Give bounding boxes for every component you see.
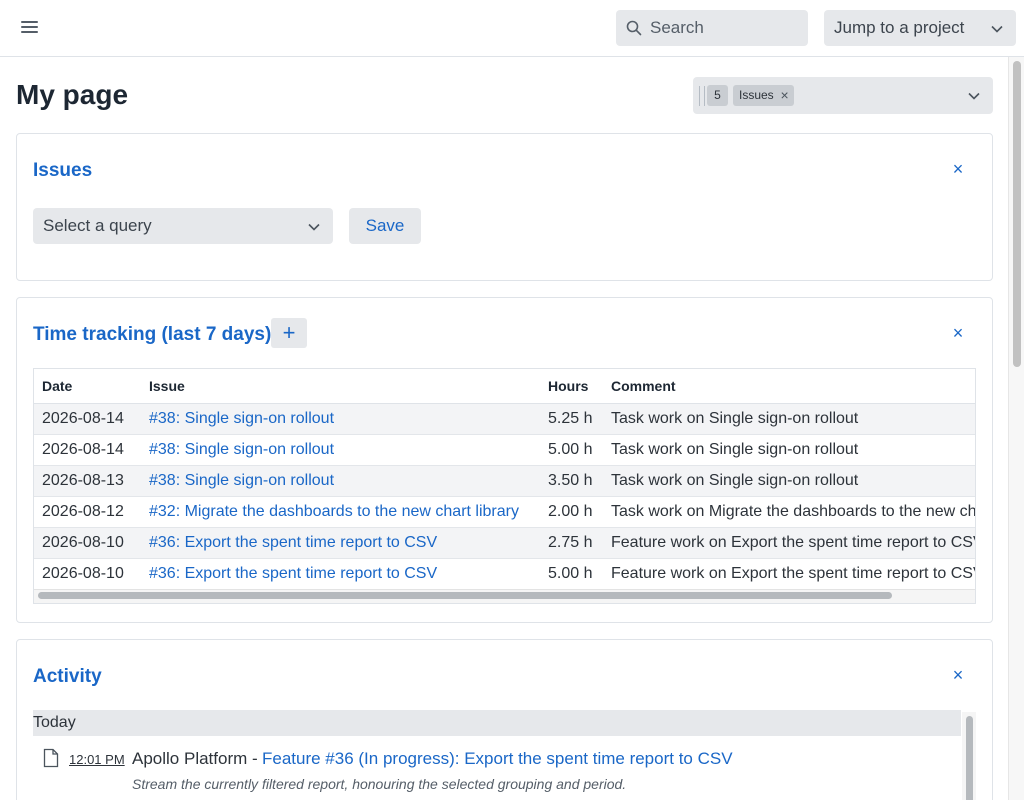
cell-issue: #32: Migrate the dashboards to the new c… [141, 496, 540, 528]
close-icon[interactable]: × [948, 323, 968, 343]
activity-time: 12:01 PM [69, 752, 125, 767]
search-input[interactable] [650, 10, 800, 46]
activity-entry: 12:01 PM Apollo Platform - Feature #36 (… [33, 746, 953, 800]
add-block-select[interactable]: 5 Issues × [693, 77, 993, 114]
page-vertical-scrollbar[interactable] [1008, 57, 1024, 800]
jump-to-project-select[interactable]: Jump to a project [824, 10, 1016, 46]
close-icon[interactable]: × [948, 159, 968, 179]
cell-comment: Feature work on Export the spent time re… [603, 558, 975, 590]
activity-project: Apollo Platform - [132, 749, 258, 768]
issue-link[interactable]: #38: Single sign-on rollout [149, 441, 334, 458]
cell-issue: #38: Single sign-on rollout [141, 465, 540, 497]
time-table-container: Date Issue Hours Comment 2026-08-14 #38:… [33, 368, 976, 604]
search-icon [626, 20, 642, 36]
cell-comment: Feature work on Export the spent time re… [603, 527, 975, 559]
top-bar: Jump to a project [0, 0, 1024, 57]
activity-block: Activity × Today 12:01 PM Apollo Platfor… [16, 639, 993, 800]
cell-comment: Task work on Single sign-on rollout [603, 465, 975, 497]
cell-comment: Task work on Single sign-on rollout [603, 403, 975, 435]
chevron-down-icon[interactable] [967, 89, 981, 103]
chevron-down-icon [308, 223, 320, 231]
time-tracking-block: Time tracking (last 7 days) + × Date Iss… [16, 297, 993, 623]
cell-comment: Task work on Migrate the dashboards to t… [603, 496, 975, 528]
cell-hours: 2.00 h [540, 496, 603, 528]
table-row: 2026-08-14 #38: Single sign-on rollout 5… [34, 434, 975, 466]
cell-date: 2026-08-10 [34, 527, 141, 559]
issue-link[interactable]: #32: Migrate the dashboards to the new c… [149, 503, 519, 520]
cell-hours: 3.50 h [540, 465, 603, 497]
cell-date: 2026-08-13 [34, 465, 141, 497]
issue-link[interactable]: #36: Export the spent time report to CSV [149, 534, 437, 551]
main-content: My page 5 Issues × Issues × Select a que… [0, 57, 1008, 800]
horizontal-scrollbar[interactable] [34, 589, 975, 603]
cell-date: 2026-08-14 [34, 434, 141, 466]
column-header-issue[interactable]: Issue [141, 369, 540, 404]
cell-issue: #38: Single sign-on rollout [141, 403, 540, 435]
cell-date: 2026-08-14 [34, 403, 141, 435]
issues-block: Issues × Select a query Save [16, 133, 993, 281]
cell-issue: #38: Single sign-on rollout [141, 434, 540, 466]
issue-link[interactable]: #38: Single sign-on rollout [149, 472, 334, 489]
activity-scrollbar-thumb[interactable] [966, 716, 973, 800]
issues-block-title[interactable]: Issues [33, 160, 92, 182]
jump-to-project-label: Jump to a project [834, 18, 965, 37]
block-tag-issues: Issues × [733, 85, 794, 106]
chevron-down-icon [991, 25, 1003, 33]
cell-hours: 2.75 h [540, 527, 603, 559]
table-row: 2026-08-14 #38: Single sign-on rollout 5… [34, 403, 975, 435]
horizontal-scrollbar-thumb[interactable] [38, 592, 892, 599]
table-header-row: Date Issue Hours Comment [34, 369, 975, 404]
add-time-entry-button[interactable]: + [271, 318, 307, 348]
activity-vertical-scrollbar[interactable] [962, 712, 976, 800]
column-header-date[interactable]: Date [34, 369, 141, 404]
cell-hours: 5.25 h [540, 403, 603, 435]
time-entries-table: Date Issue Hours Comment 2026-08-14 #38:… [34, 369, 975, 590]
cell-hours: 5.00 h [540, 558, 603, 590]
column-header-hours[interactable]: Hours [540, 369, 603, 404]
remove-tag-icon[interactable]: × [781, 85, 789, 106]
activity-issue-link[interactable]: Feature #36 (In progress): Export the sp… [262, 749, 733, 769]
activity-description: Stream the currently filtered report, ho… [132, 776, 627, 792]
cell-comment: Task work on Single sign-on rollout [603, 434, 975, 466]
table-row: 2026-08-13 #38: Single sign-on rollout 3… [34, 465, 975, 497]
activity-block-title[interactable]: Activity [33, 666, 102, 688]
cell-date: 2026-08-10 [34, 558, 141, 590]
block-tag-label: Issues [739, 88, 774, 102]
table-row: 2026-08-10 #36: Export the spent time re… [34, 558, 975, 590]
table-row: 2026-08-12 #32: Migrate the dashboards t… [34, 496, 975, 528]
cell-date: 2026-08-12 [34, 496, 141, 528]
save-button[interactable]: Save [349, 208, 421, 244]
column-header-comment[interactable]: Comment [603, 369, 975, 404]
cell-issue: #36: Export the spent time report to CSV [141, 527, 540, 559]
table-row: 2026-08-10 #36: Export the spent time re… [34, 527, 975, 559]
page-title: My page [16, 79, 129, 110]
query-select-label: Select a query [43, 216, 152, 235]
issue-link[interactable]: #38: Single sign-on rollout [149, 410, 334, 427]
issue-link[interactable]: #36: Export the spent time report to CSV [149, 565, 437, 582]
cell-issue: #36: Export the spent time report to CSV [141, 558, 540, 590]
block-count-badge: 5 [707, 85, 728, 106]
query-select[interactable]: Select a query [33, 208, 333, 244]
search-box[interactable] [616, 10, 808, 46]
page-scrollbar-thumb[interactable] [1013, 61, 1021, 367]
activity-day-header: Today [33, 710, 961, 736]
cell-hours: 5.00 h [540, 434, 603, 466]
close-icon[interactable]: × [948, 665, 968, 685]
document-icon [43, 748, 59, 768]
hamburger-menu-icon[interactable] [18, 18, 42, 38]
time-tracking-title[interactable]: Time tracking (last 7 days) [33, 324, 271, 346]
drag-handle-icon [699, 86, 705, 106]
